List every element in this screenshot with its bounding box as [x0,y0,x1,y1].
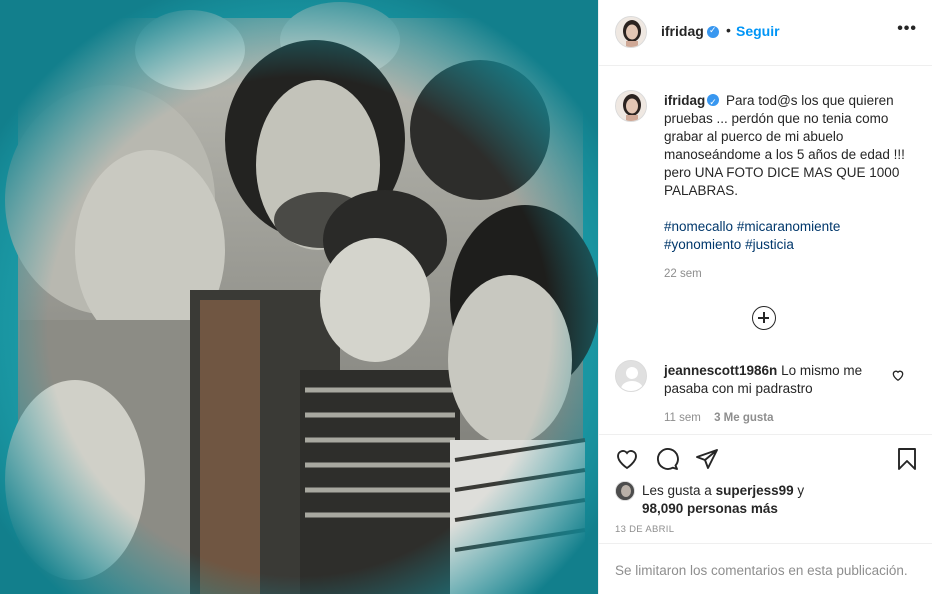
family-photo-image [0,0,598,594]
likes-count[interactable]: 98,090 personas más [642,501,778,516]
header-separator: • [726,22,731,38]
add-comment-icon[interactable] [752,306,776,330]
hashtag-link[interactable]: #yonomiento [664,237,741,252]
heart-icon[interactable] [891,368,905,382]
comment-item: jeannescott1986n Lo mismo me pasaba con … [664,362,874,398]
caption-timestamp: 22 sem [664,268,702,280]
comment-timestamp: 11 sem [664,412,701,424]
heart-icon[interactable] [615,447,639,471]
post-header: ifridag • Seguir ••• [599,0,932,66]
caption-hashtags: #nomecallo #micaranomiente #yonomiento #… [664,218,909,254]
bookmark-icon[interactable] [895,447,919,471]
caption-username[interactable]: ifridag [664,93,705,108]
author-avatar[interactable] [615,16,647,48]
more-options-icon[interactable]: ••• [897,20,917,38]
commenter-username[interactable]: jeannescott1986n [664,363,777,378]
verified-badge-icon [707,93,720,111]
author-username[interactable]: ifridag [661,23,704,39]
comments-disabled-footer: Se limitaron los comentarios en esta pub… [599,543,932,594]
post-caption: ifridag Para tod@s los que quieren prueb… [664,92,909,200]
comment-likes[interactable]: 3 Me gusta [714,412,773,424]
share-icon[interactable] [695,447,719,471]
liker-username[interactable]: superjess99 [716,483,794,498]
caption-author-avatar[interactable] [615,90,647,122]
hashtag-link[interactable]: #justicia [745,237,794,252]
likes-prefix: Les gusta a [642,483,712,498]
hashtag-link[interactable]: #micaranomiente [737,219,841,234]
commenter-avatar[interactable] [615,360,647,392]
comment-meta: 11 sem 3 Me gusta [664,412,774,424]
post-date: 13 DE ABRIL [615,524,675,535]
post-photo[interactable] [0,0,598,594]
likes-conjunction: y [797,483,805,498]
verified-badge-icon [707,25,719,38]
action-bar [599,434,932,484]
comments-area[interactable]: ifridag Para tod@s los que quieren prueb… [599,66,932,434]
post-side-panel: ifridag • Seguir ••• ifridag Para tod@s … [598,0,932,594]
hashtag-link[interactable]: #nomecallo [664,219,733,234]
comments-limited-notice: Se limitaron los comentarios en esta pub… [615,563,908,578]
follow-button[interactable]: Seguir [736,23,780,39]
caption-text: Para tod@s los que quieren pruebas ... p… [664,93,905,198]
comment-icon[interactable] [655,447,679,471]
liker-avatar[interactable] [615,481,635,501]
